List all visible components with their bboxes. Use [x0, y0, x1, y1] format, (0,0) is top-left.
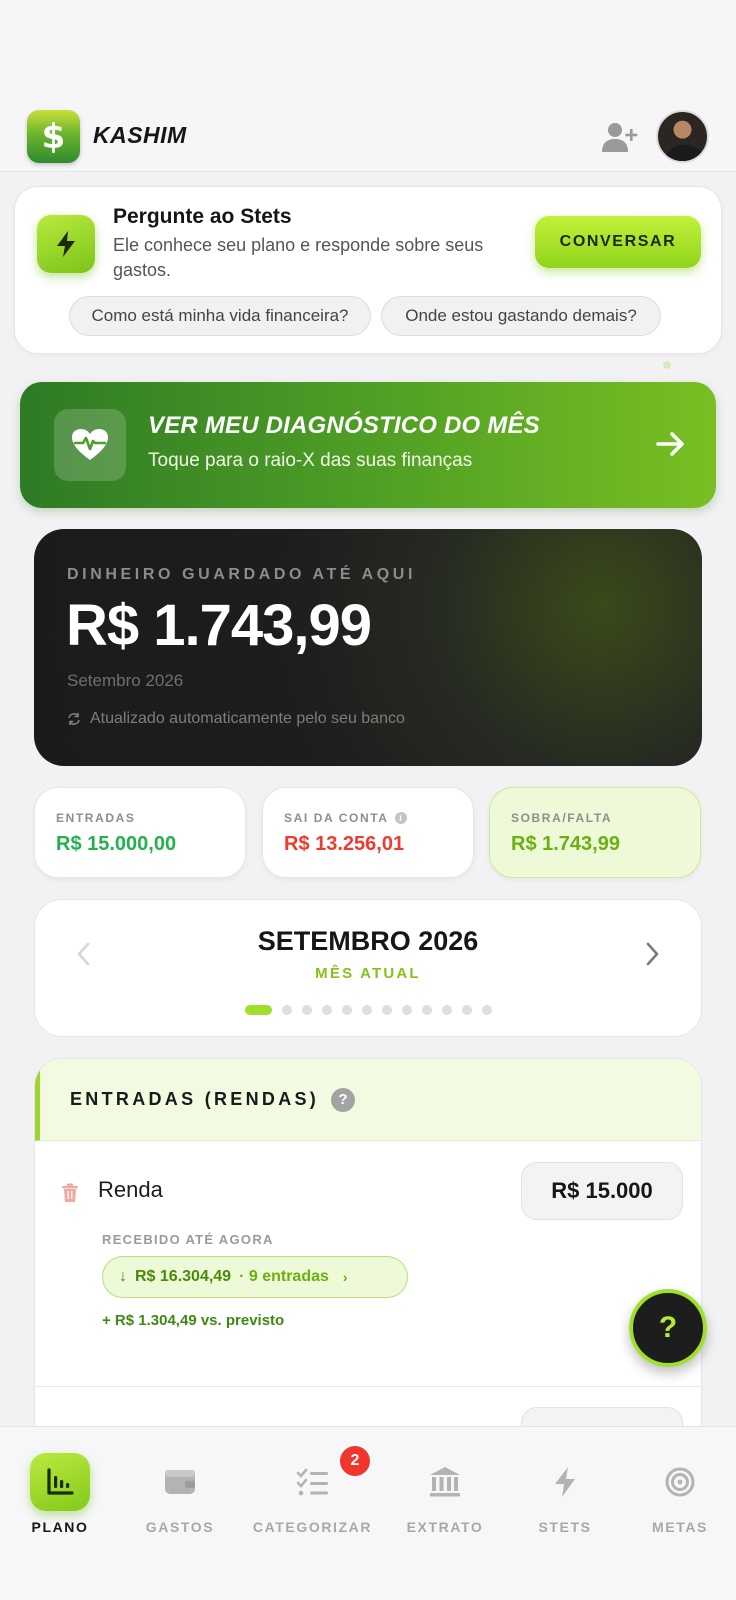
avatar[interactable] — [656, 110, 709, 163]
nav-label: GASTOS — [145, 1519, 215, 1535]
savings-card: DINHEIRO GUARDADO ATÉ AQUI R$ 1.743,99 S… — [34, 529, 702, 766]
diagnostic-subtitle: Toque para o raio-X das suas finanças — [148, 450, 473, 471]
nav-label: METAS — [652, 1519, 708, 1535]
month-dot[interactable] — [462, 1005, 472, 1015]
savings-label: DINHEIRO GUARDADO ATÉ AQUI — [67, 566, 417, 583]
nav-item-plano[interactable]: PLANO — [20, 1427, 100, 1547]
savings-month: Setembro 2026 — [67, 671, 184, 690]
month-dot[interactable] — [442, 1005, 452, 1015]
income-header: ENTRADAS (RENDAS) ? — [35, 1059, 701, 1141]
heart-pulse-icon — [54, 409, 126, 481]
stat-label: SOBRA/FALTA — [511, 811, 613, 825]
ask-subtitle: Ele conhece seu plano e responde sobre s… — [113, 235, 484, 280]
nav-label: STETS — [538, 1519, 592, 1535]
conversar-button[interactable]: CONVERSAR — [535, 216, 701, 268]
stat-sai-da-conta[interactable]: SAI DA CONTA i R$ 13.256,01 — [262, 787, 474, 878]
stat-label-row: SAI DA CONTA i — [284, 811, 407, 825]
stat-label: ENTRADAS — [56, 811, 136, 825]
info-icon[interactable]: i — [394, 812, 407, 824]
month-selector: SETEMBRO 2026 MÊS ATUAL — [34, 899, 702, 1037]
income-row-label: Renda — [98, 1177, 163, 1202]
received-entries-button[interactable]: ↓ R$ 16.304,49 · 9 entradas › — [102, 1256, 408, 1298]
month-dot[interactable] — [322, 1005, 332, 1015]
month-title: SETEMBRO 2026 — [257, 926, 479, 956]
nav-label: PLANO — [31, 1519, 89, 1535]
chevron-right-icon[interactable] — [641, 940, 663, 968]
month-dot[interactable] — [422, 1005, 432, 1015]
suggestion-chip[interactable]: Como está minha vida financeira? — [69, 296, 371, 336]
income-section: ENTRADAS (RENDAS) ? Renda R$ 15.000 RECE… — [34, 1058, 702, 1458]
nav-label: CATEGORIZAR — [252, 1519, 373, 1535]
nav-item-extrato[interactable]: EXTRATO — [390, 1427, 500, 1547]
trash-icon[interactable] — [61, 1183, 79, 1203]
bolt-icon — [535, 1453, 595, 1511]
month-dot[interactable] — [402, 1005, 412, 1015]
nav-item-gastos[interactable]: GASTOS — [130, 1427, 230, 1547]
decorative-dot — [663, 361, 671, 369]
brand-name: KASHIM — [93, 122, 187, 148]
diagnostic-banner[interactable]: VER MEU DIAGNÓSTICO DO MÊS Toque para o … — [20, 382, 716, 508]
income-diff: + R$ 1.304,49 vs. previsto — [102, 1312, 285, 1329]
received-label: RECEBIDO ATÉ AGORA — [102, 1232, 274, 1247]
stat-label: SAI DA CONTA — [284, 811, 389, 825]
notification-badge: 2 — [338, 1444, 372, 1478]
arrow-down-icon: ↓ — [119, 1268, 127, 1285]
savings-value: R$ 1.743,99 — [66, 593, 372, 658]
add-user-icon[interactable] — [600, 118, 640, 158]
month-dot[interactable] — [362, 1005, 372, 1015]
app-logo[interactable]: $ — [27, 110, 80, 163]
target-icon — [650, 1453, 710, 1511]
dollar-icon: $ — [41, 116, 66, 157]
received-count: · 9 entradas — [239, 1268, 329, 1285]
stat-value: R$ 15.000,00 — [56, 833, 177, 855]
month-subtitle: MÊS ATUAL — [315, 965, 421, 982]
stat-entradas[interactable]: ENTRADAS R$ 15.000,00 — [34, 787, 246, 878]
stat-sobra-falta[interactable]: SOBRA/FALTA R$ 1.743,99 — [489, 787, 701, 878]
income-title: ENTRADAS (RENDAS) — [70, 1089, 320, 1109]
nav-label: EXTRATO — [406, 1519, 484, 1535]
month-dot[interactable] — [382, 1005, 392, 1015]
received-value: R$ 16.304,49 — [135, 1268, 232, 1285]
checklist-icon — [283, 1453, 343, 1511]
bolt-icon — [37, 215, 95, 273]
app-header: $ KASHIM — [0, 110, 736, 172]
diagnostic-title: VER MEU DIAGNÓSTICO DO MÊS — [148, 412, 540, 439]
chart-icon — [30, 1453, 90, 1511]
help-fab-button[interactable]: ? — [629, 1289, 707, 1367]
nav-item-metas[interactable]: METAS — [630, 1427, 730, 1547]
ask-title: Pergunte ao Stets — [113, 205, 292, 228]
help-icon[interactable]: ? — [331, 1088, 355, 1112]
month-dot[interactable] — [302, 1005, 312, 1015]
stat-value: R$ 13.256,01 — [284, 833, 405, 855]
month-dot-active[interactable] — [245, 1005, 272, 1015]
month-dot[interactable] — [282, 1005, 292, 1015]
month-dots — [35, 1005, 701, 1017]
sync-note: Atualizado automaticamente pelo seu banc… — [67, 710, 405, 728]
stat-value: R$ 1.743,99 — [511, 833, 620, 855]
status-bar-area — [0, 0, 736, 110]
divider — [35, 1386, 701, 1387]
ask-stets-card: Pergunte ao Stets Ele conhece seu plano … — [14, 186, 722, 354]
arrow-right-icon — [656, 432, 684, 456]
wallet-icon — [150, 1453, 210, 1511]
suggestion-chip[interactable]: Onde estou gastando demais? — [381, 296, 661, 336]
bank-icon — [415, 1453, 475, 1511]
month-dot[interactable] — [482, 1005, 492, 1015]
income-value-field[interactable]: R$ 15.000 — [521, 1162, 683, 1220]
month-dot[interactable] — [342, 1005, 352, 1015]
refresh-icon — [68, 713, 80, 725]
nav-item-stets[interactable]: STETS — [515, 1427, 615, 1547]
chevron-right-icon: › — [342, 1269, 348, 1285]
sync-note-text: Atualizado automaticamente pelo seu banc… — [90, 710, 405, 727]
